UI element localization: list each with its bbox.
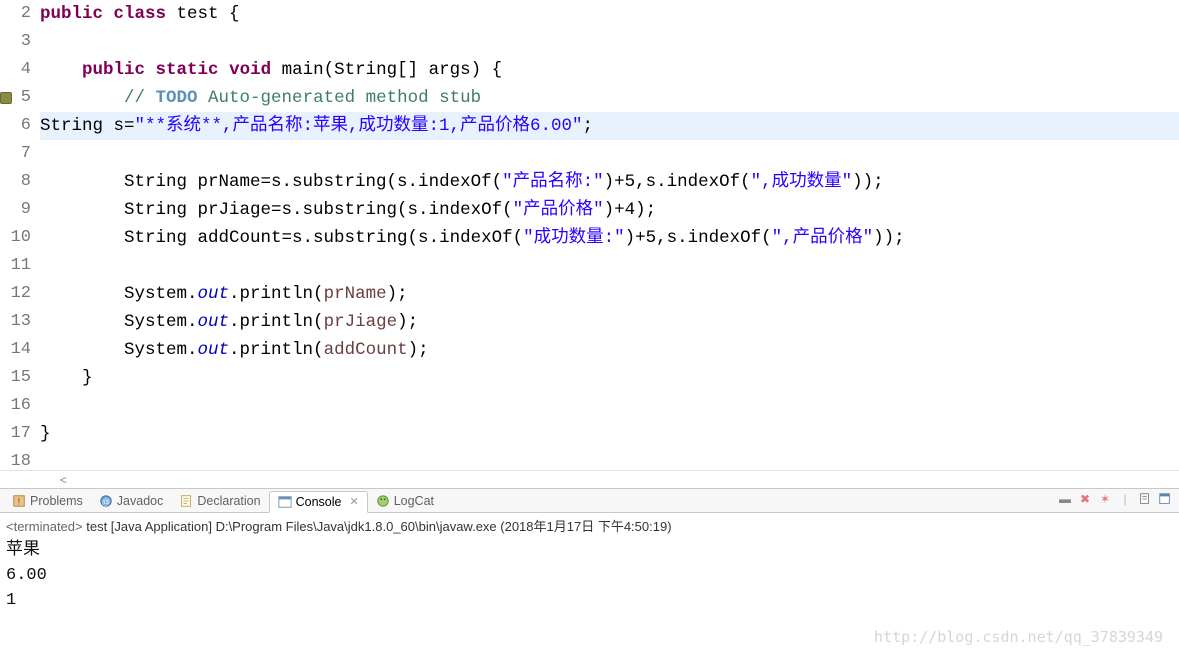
code-line[interactable]: System.out.println(prJiage); xyxy=(40,308,1179,336)
console-output[interactable]: 苹果6.001 xyxy=(6,538,1173,613)
line-number: 17 xyxy=(0,420,39,448)
code-line[interactable]: } xyxy=(40,420,1179,448)
line-number: 11 xyxy=(0,252,39,280)
pin-console-icon[interactable] xyxy=(1157,491,1173,507)
console-toolbar: ▬ ✖ ✶ | xyxy=(1057,491,1173,507)
views-tab-bar: ! Problems @ Javadoc Declaration Console… xyxy=(0,489,1179,513)
scroll-lock-icon[interactable] xyxy=(1137,491,1153,507)
line-number: 9 xyxy=(0,196,39,224)
watermark-text: http://blog.csdn.net/qq_37839349 xyxy=(874,628,1163,646)
code-editor[interactable]: 23456789101112131415161718 public class … xyxy=(0,0,1179,470)
line-number: 8 xyxy=(0,168,39,196)
tab-logcat[interactable]: LogCat xyxy=(368,490,442,512)
line-number: 18 xyxy=(0,448,39,476)
svg-text:!: ! xyxy=(18,496,20,506)
line-number: 12 xyxy=(0,280,39,308)
problems-icon: ! xyxy=(12,494,26,508)
line-number: 2 xyxy=(0,0,39,28)
line-number-gutter: 23456789101112131415161718 xyxy=(0,0,40,470)
console-process-header: <terminated> test [Java Application] D:\… xyxy=(6,516,1173,535)
tab-label: Console xyxy=(296,495,342,509)
tab-label: LogCat xyxy=(394,494,434,508)
svg-text:@: @ xyxy=(102,497,110,506)
line-number: 16 xyxy=(0,392,39,420)
code-line[interactable]: } xyxy=(40,364,1179,392)
line-number: 3 xyxy=(0,28,39,56)
divider: | xyxy=(1117,491,1133,507)
code-content[interactable]: public class test { public static void m… xyxy=(40,0,1179,470)
tab-label: Javadoc xyxy=(117,494,164,508)
terminated-label: <terminated> xyxy=(6,519,83,534)
declaration-icon xyxy=(179,494,193,508)
code-line[interactable] xyxy=(40,448,1179,470)
line-number: 6 xyxy=(0,112,39,140)
tab-console[interactable]: Console ✕ xyxy=(269,491,368,513)
line-number: 10 xyxy=(0,224,39,252)
remove-all-icon[interactable]: ✖ xyxy=(1077,491,1093,507)
code-line[interactable] xyxy=(40,28,1179,56)
code-line[interactable]: String prName=s.substring(s.indexOf("产品名… xyxy=(40,168,1179,196)
code-line[interactable]: // TODO Auto-generated method stub xyxy=(40,84,1179,112)
code-line[interactable] xyxy=(40,392,1179,420)
line-number: 14 xyxy=(0,336,39,364)
console-line: 1 xyxy=(6,588,1173,613)
console-line: 6.00 xyxy=(6,563,1173,588)
code-line[interactable]: System.out.println(prName); xyxy=(40,280,1179,308)
tab-problems[interactable]: ! Problems xyxy=(4,490,91,512)
tab-declaration[interactable]: Declaration xyxy=(171,490,268,512)
line-number: 13 xyxy=(0,308,39,336)
line-number: 7 xyxy=(0,140,39,168)
remove-launch-icon[interactable]: ▬ xyxy=(1057,491,1073,507)
code-line[interactable]: public static void main(String[] args) { xyxy=(40,56,1179,84)
process-info: test [Java Application] D:\Program Files… xyxy=(83,519,672,534)
bottom-panel: ! Problems @ Javadoc Declaration Console… xyxy=(0,488,1179,617)
code-line[interactable] xyxy=(40,140,1179,168)
close-tab-icon[interactable]: ✕ xyxy=(349,495,358,508)
code-line[interactable]: System.out.println(addCount); xyxy=(40,336,1179,364)
horizontal-scrollbar[interactable]: < xyxy=(0,470,1179,488)
console-icon xyxy=(278,495,292,509)
javadoc-icon: @ xyxy=(99,494,113,508)
logcat-icon xyxy=(376,494,390,508)
scroll-left-icon[interactable]: < xyxy=(60,473,67,487)
line-number: 5 xyxy=(0,84,39,112)
tab-javadoc[interactable]: @ Javadoc xyxy=(91,490,172,512)
line-number: 15 xyxy=(0,364,39,392)
tab-label: Problems xyxy=(30,494,83,508)
code-line[interactable]: String prJiage=s.substring(s.indexOf("产品… xyxy=(40,196,1179,224)
console-line: 苹果 xyxy=(6,538,1173,563)
tab-label: Declaration xyxy=(197,494,260,508)
code-line[interactable] xyxy=(40,252,1179,280)
code-line[interactable]: public class test { xyxy=(40,0,1179,28)
code-line[interactable]: String addCount=s.substring(s.indexOf("成… xyxy=(40,224,1179,252)
console-body[interactable]: <terminated> test [Java Application] D:\… xyxy=(0,513,1179,617)
code-line[interactable]: String s="**系统**,产品名称:苹果,成功数量:1,产品价格6.00… xyxy=(40,112,1179,140)
line-number: 4 xyxy=(0,56,39,84)
clear-console-icon[interactable]: ✶ xyxy=(1097,491,1113,507)
